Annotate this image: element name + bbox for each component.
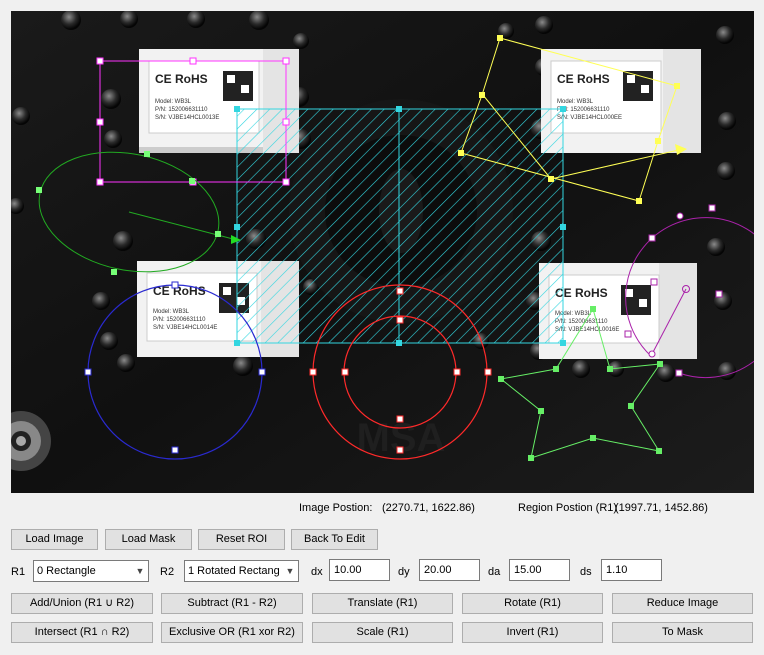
chevron-down-icon[interactable]: ▼ [282, 561, 298, 581]
module-pn: P/N: 152006631110 [155, 107, 208, 113]
image-viewer[interactable]: MSA CE RoHS Model: WB3L P/N: 15200663111… [11, 11, 754, 493]
r2-label: R2 [160, 566, 175, 578]
hatched-rectangle-roi[interactable] [234, 106, 566, 346]
module-model: Model: WB3L [557, 99, 594, 105]
image-position-value: (2270.71, 1622.86) [382, 502, 475, 514]
wifi-module: CE RoHS Model: WB3L P/N: 152006631110 S/… [541, 49, 701, 153]
module-sn: S/N: VJBE14HCL000EE [557, 115, 622, 121]
scale-button[interactable]: Scale (R1) [312, 622, 453, 643]
region-position-value: (1997.71, 1452.86) [615, 502, 708, 514]
module-model: Model: WB3L [155, 99, 192, 105]
reset-roi-button[interactable]: Reset ROI [198, 529, 285, 550]
subtract-button[interactable]: Subtract (R1 - R2) [161, 593, 303, 614]
image-canvas[interactable]: MSA CE RoHS Model: WB3L P/N: 15200663111… [11, 11, 754, 493]
r1-label: R1 [11, 566, 26, 578]
module-sn: S/N: VJBE14HCL0016E [555, 327, 619, 333]
chevron-down-icon[interactable]: ▼ [132, 561, 148, 581]
r1-select-value: 0 Rectangle [37, 565, 96, 577]
ds-label: ds [580, 566, 592, 578]
module-brand: CE RoHS [155, 72, 208, 86]
module-model: Model: WB3L [153, 309, 190, 315]
to-mask-button[interactable]: To Mask [612, 622, 753, 643]
r2-select-value: 1 Rotated Rectang [188, 565, 280, 577]
dx-label: dx [311, 566, 323, 578]
load-image-button[interactable]: Load Image [11, 529, 98, 550]
rotate-button[interactable]: Rotate (R1) [462, 593, 603, 614]
r1-select[interactable]: 0 Rectangle ▼ [33, 560, 149, 582]
da-input[interactable]: 15.00 [509, 559, 570, 581]
back-to-edit-button[interactable]: Back To Edit [291, 529, 378, 550]
module-sn: S/N: VJBE14HCL0014E [153, 325, 217, 331]
add-union-button[interactable]: Add/Union (R1 ∪ R2) [11, 593, 153, 614]
exclusive-or-button[interactable]: Exclusive OR (R1 xor R2) [161, 622, 303, 643]
module-brand: CE RoHS [557, 72, 610, 86]
region-position-label: Region Postion (R1) [518, 502, 618, 514]
r2-select[interactable]: 1 Rotated Rectang ▼ [184, 560, 299, 582]
module-sn: S/N: VJBE14HCL0013E [155, 115, 219, 121]
ds-input[interactable]: 1.10 [601, 559, 662, 581]
translate-button[interactable]: Translate (R1) [312, 593, 453, 614]
dy-label: dy [398, 566, 410, 578]
da-label: da [488, 566, 501, 578]
reduce-image-button[interactable]: Reduce Image [612, 593, 753, 614]
module-pn: P/N: 152006631110 [153, 317, 206, 323]
image-position-label: Image Postion: [299, 502, 373, 514]
dx-input[interactable]: 10.00 [329, 559, 390, 581]
invert-button[interactable]: Invert (R1) [462, 622, 603, 643]
dy-input[interactable]: 20.00 [419, 559, 480, 581]
load-mask-button[interactable]: Load Mask [105, 529, 192, 550]
intersect-button[interactable]: Intersect (R1 ∩ R2) [11, 622, 153, 643]
